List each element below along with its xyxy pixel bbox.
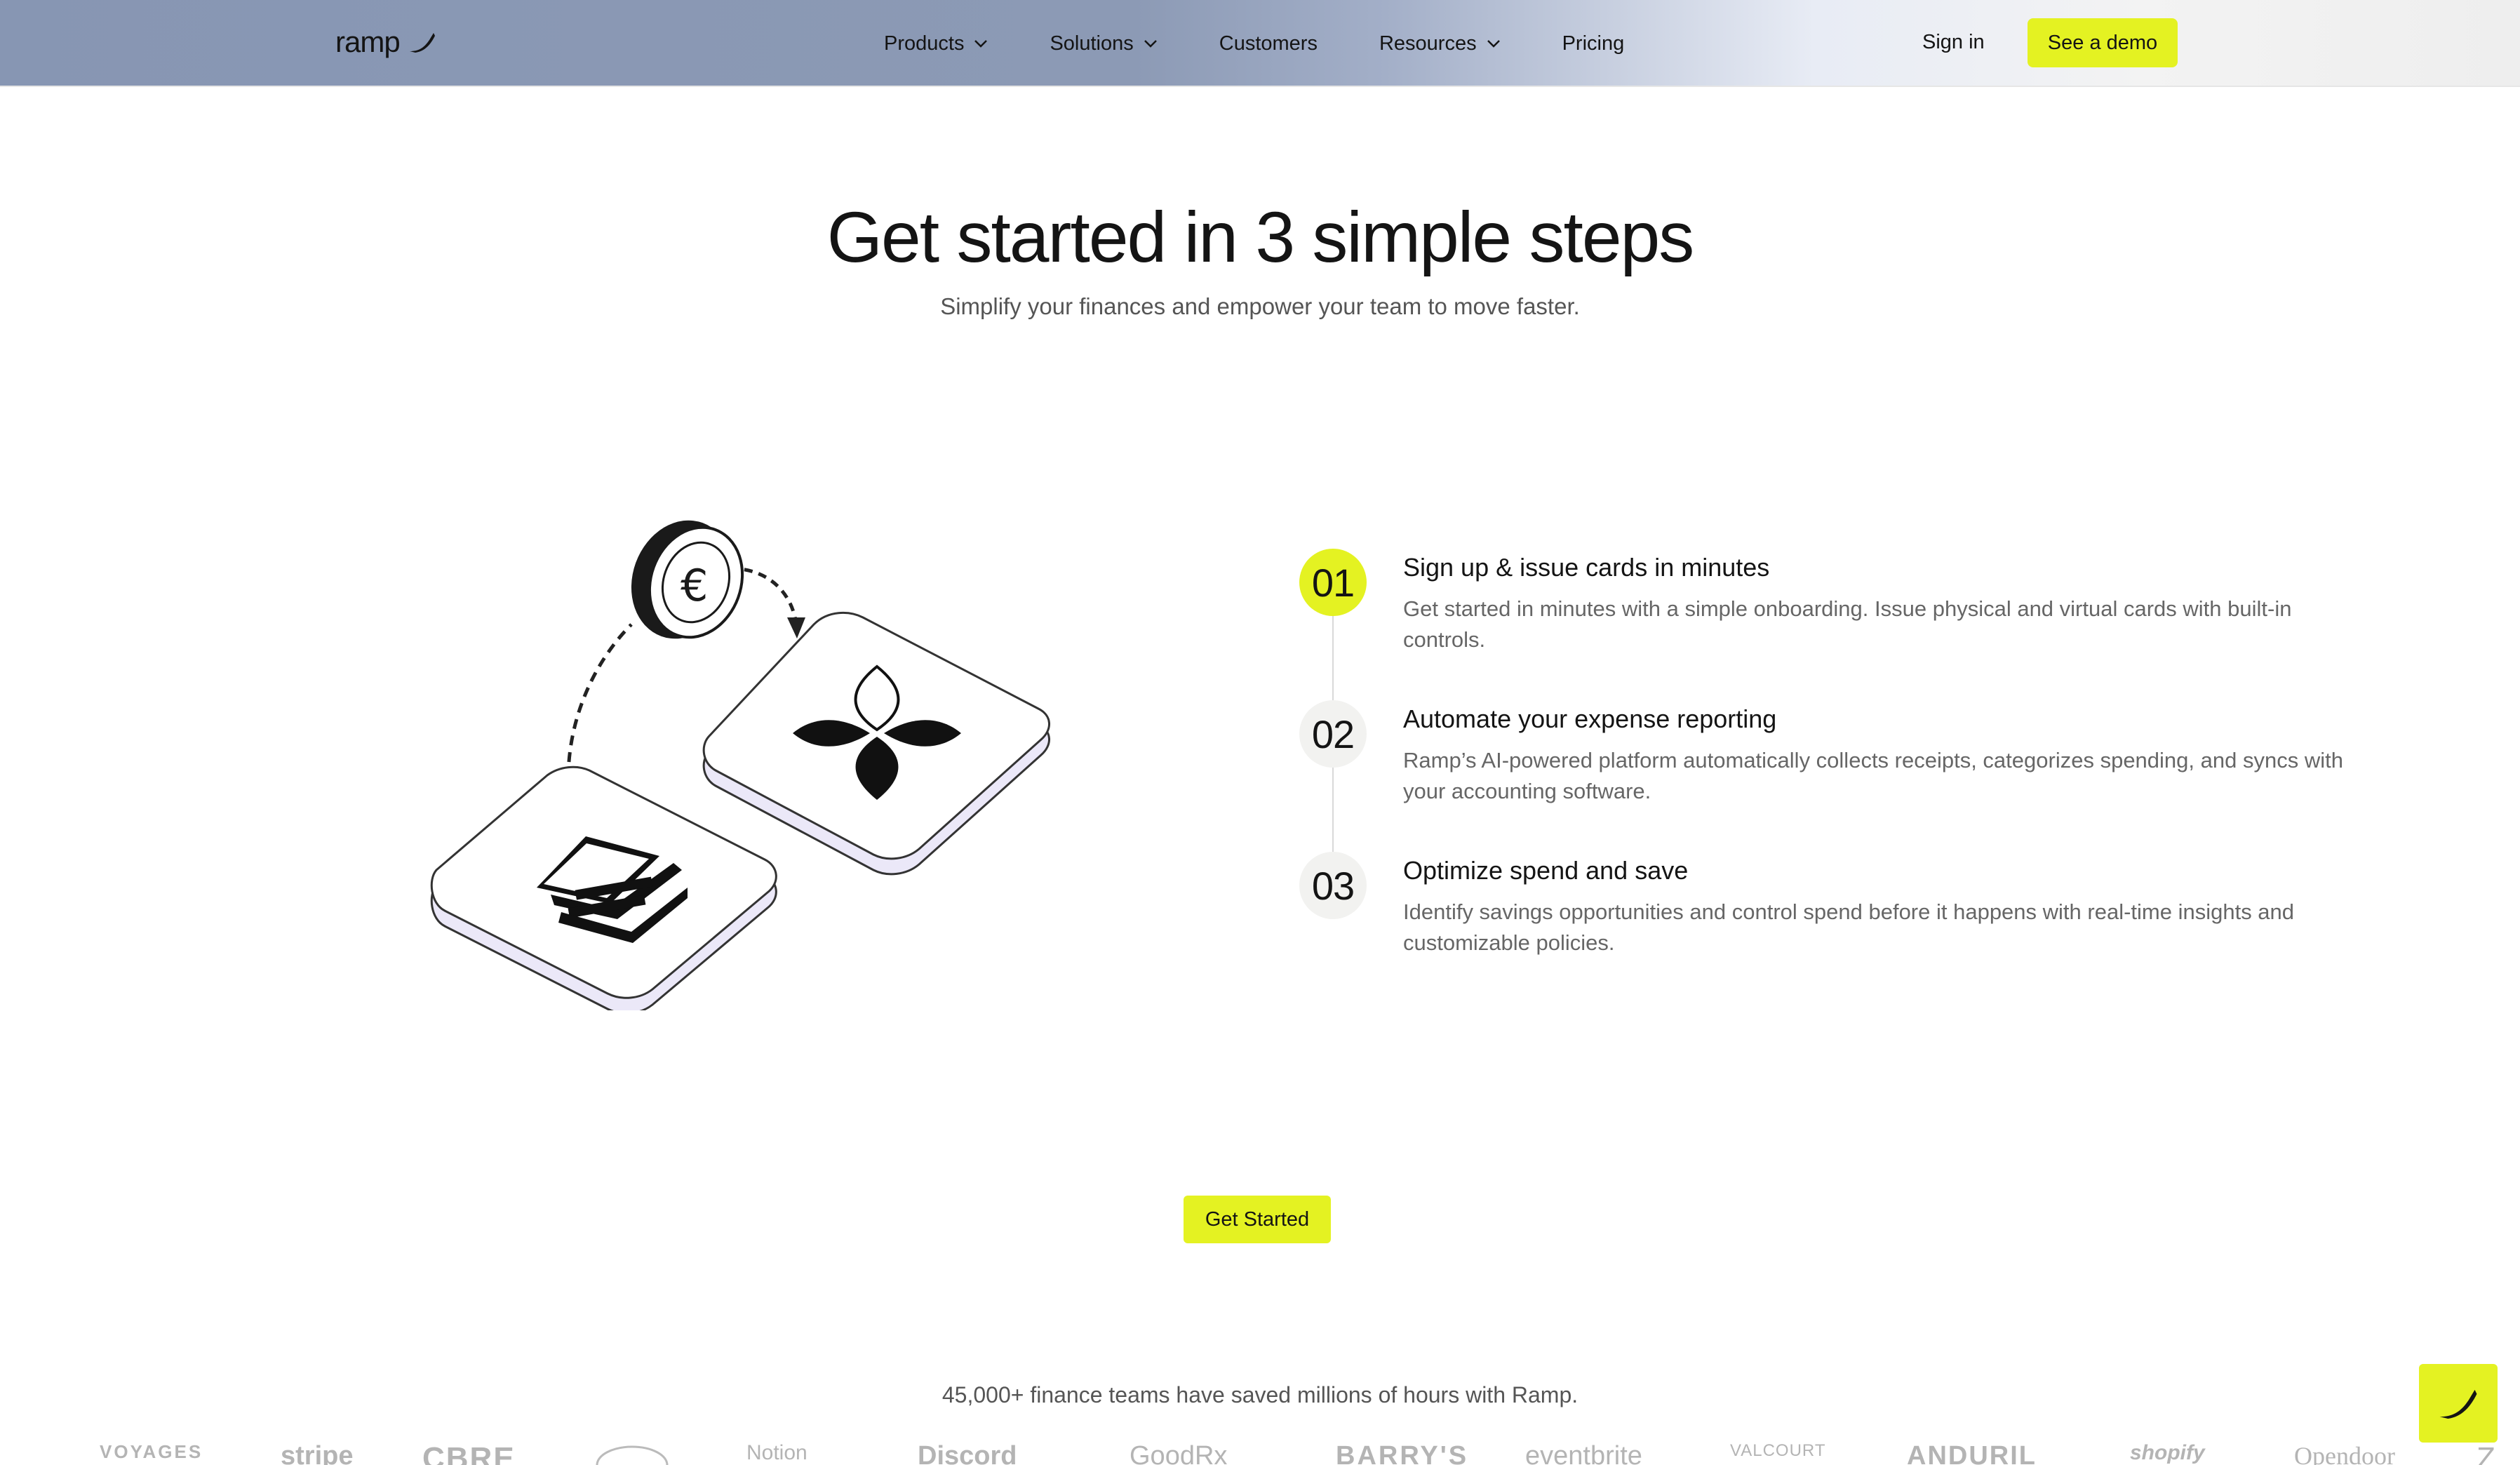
- chevron-down-icon: [1144, 40, 1157, 48]
- brand-logo-valcourt: VALCOURT: [1730, 1441, 1826, 1460]
- brand-logo-seal: [596, 1445, 669, 1465]
- top-nav: ramp Products Solutions Customers Resour…: [0, 0, 2520, 87]
- step-title: Optimize spend and save: [1403, 856, 1689, 885]
- brand-logo-eventbrite: eventbrite: [1525, 1441, 1642, 1465]
- step-number-badge: 01: [1299, 549, 1367, 616]
- ramp-mark-icon: [2439, 1389, 2477, 1419]
- nav-resources-label: Resources: [1379, 32, 1477, 55]
- page-title: Get started in 3 simple steps: [826, 197, 1695, 277]
- step-title: Automate your expense reporting: [1403, 704, 1777, 733]
- step-item: 01 Sign up & issue cards in minutes Get …: [1299, 549, 2291, 700]
- step-item: 03 Optimize spend and save Identify savi…: [1299, 852, 2294, 1003]
- brand-logo-partial: Z: [2477, 1441, 2495, 1465]
- brand-logo-cbre: CBRE: [422, 1441, 516, 1465]
- chevron-down-icon: [974, 40, 988, 48]
- nav-solutions[interactable]: Solutions: [1050, 32, 1157, 55]
- brand-logo-barrys: BARRY'S: [1336, 1441, 1469, 1465]
- nav-products-label: Products: [884, 32, 965, 55]
- logo-text: ramp: [335, 25, 401, 58]
- nav-customers-label: Customers: [1219, 32, 1318, 55]
- brand-logo-voyages: VOYAGES: [100, 1441, 203, 1462]
- step-item: 02 Automate your expense reporting Ramp’…: [1299, 700, 2343, 852]
- nav-resources[interactable]: Resources: [1379, 32, 1501, 55]
- ramp-mark-icon: [409, 33, 435, 53]
- brand-logo-stripe: stripe: [281, 1441, 354, 1465]
- step-description: Ramp’s AI-powered platform automatically…: [1403, 748, 2343, 803]
- steps-list: 01 Sign up & issue cards in minutes Get …: [1299, 549, 2343, 1003]
- get-started-button[interactable]: Get Started: [1184, 1196, 1331, 1243]
- chat-launcher-button[interactable]: [2419, 1364, 2498, 1443]
- ramp-logo[interactable]: ramp: [335, 25, 436, 59]
- onboarding-illustration: €: [430, 520, 1050, 1010]
- step-title: Sign up & issue cards in minutes: [1403, 553, 1770, 582]
- nav-customers[interactable]: Customers: [1219, 32, 1318, 55]
- nav-products[interactable]: Products: [884, 32, 988, 55]
- brand-logo-shopify: shopify: [2130, 1441, 2205, 1464]
- step-connector: [1332, 768, 1334, 852]
- brand-logo-anduril: ANDURIL: [1907, 1441, 2037, 1465]
- step-connector: [1332, 616, 1334, 700]
- svg-text:€: €: [681, 560, 708, 611]
- brand-logo-goodrx: GoodRx: [1130, 1441, 1228, 1465]
- nav-pricing-label: Pricing: [1562, 32, 1625, 55]
- brand-logo-notion: Notion: [746, 1441, 807, 1464]
- step-number-badge: 02: [1299, 700, 1367, 768]
- chevron-down-icon: [1487, 40, 1500, 48]
- customer-logos-strip: VOYAGES stripe CBRE Notion Discord GoodR…: [0, 1441, 2520, 1465]
- main-menu: Products Solutions Customers Resources P…: [884, 0, 1686, 87]
- brand-logo-discord: Discord: [918, 1441, 1017, 1465]
- see-demo-button[interactable]: See a demo: [2028, 18, 2178, 67]
- ramp-tile-icon: [702, 611, 1050, 876]
- brand-logo-opendoor: Opendoor: [2294, 1442, 2395, 1465]
- step-description: Get started in minutes with a simple onb…: [1403, 596, 2292, 652]
- step-number-badge: 03: [1299, 852, 1367, 919]
- euro-coin-icon: €: [631, 520, 744, 639]
- nav-solutions-label: Solutions: [1050, 32, 1134, 55]
- sign-in-link[interactable]: Sign in: [1922, 31, 1985, 54]
- step-description: Identify savings opportunities and contr…: [1403, 899, 2295, 955]
- social-proof-text: 45,000+ finance teams have saved million…: [941, 1382, 1579, 1407]
- dashed-path-icon: [566, 623, 633, 780]
- page-subtitle: Simplify your finances and empower your …: [940, 293, 1580, 319]
- nav-pricing[interactable]: Pricing: [1562, 32, 1625, 55]
- bank-tile-icon: [430, 765, 777, 1010]
